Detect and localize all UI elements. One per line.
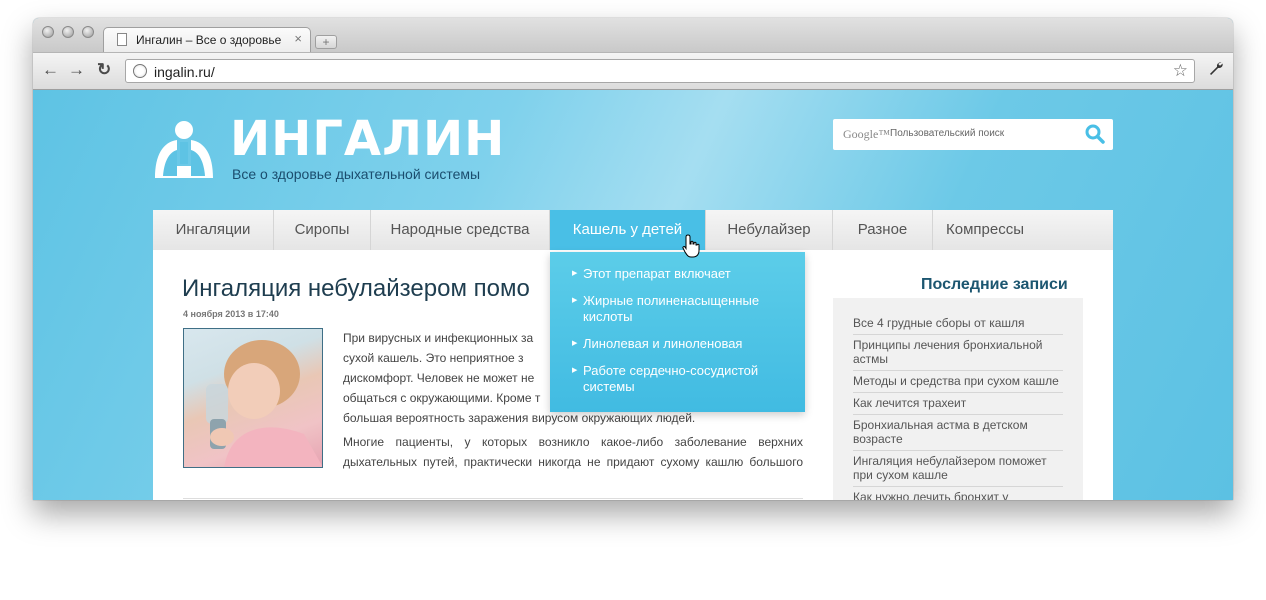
recent-post-link[interactable]: Ингаляция небулайзером поможет при сухом… xyxy=(853,454,1063,487)
webpage: ИНГАЛИН Все о здоровье дыхательной систе… xyxy=(33,90,1233,500)
dropdown-item[interactable]: Работе сердечно-сосудистой системы xyxy=(583,363,788,395)
google-brand: Google™ xyxy=(843,127,891,141)
child-inhaler-photo xyxy=(206,340,322,467)
nav-item-kompressy[interactable]: Компрессы xyxy=(933,210,1037,250)
post-text-line: дыхательных путей, практически никогда н… xyxy=(343,455,803,469)
search-placeholder[interactable]: Пользовательский поиск xyxy=(890,128,1004,139)
dropdown-item[interactable]: Этот препарат включает xyxy=(583,266,788,282)
post-image[interactable] xyxy=(183,328,323,468)
site-search: Google™ Пользовательский поиск xyxy=(833,119,1113,150)
address-bar[interactable]: ingalin.ru/ ☆ xyxy=(125,59,1195,83)
new-tab-button[interactable]: + xyxy=(315,35,337,49)
site-logo-text[interactable]: ИНГАЛИН xyxy=(230,112,505,166)
post-text-line: Многие пациенты, у которых возникло како… xyxy=(343,435,803,449)
nav-dropdown-menu: ▶ Этот препарат включает ▶ Жирные полине… xyxy=(550,252,805,412)
close-window-button[interactable] xyxy=(42,26,54,38)
bullet-arrow-icon: ▶ xyxy=(572,270,578,277)
nav-item-nebulayzer[interactable]: Небулайзер xyxy=(705,210,833,250)
recent-post-link[interactable]: Как нужно лечить бронхит у xyxy=(853,490,1063,500)
bookmark-star-icon[interactable]: ☆ xyxy=(1173,61,1188,81)
post-title[interactable]: Ингаляция небулайзером помо xyxy=(182,275,530,303)
main-nav: Ингаляции Сиропы Народные средства Кашел… xyxy=(153,210,1113,250)
minimize-window-button[interactable] xyxy=(62,26,74,38)
tab-close-icon[interactable]: × xyxy=(294,31,302,46)
lungs-logo-icon[interactable] xyxy=(153,120,215,180)
globe-icon xyxy=(133,64,147,78)
recent-post-link[interactable]: Все 4 грудные сборы от кашля xyxy=(853,316,1063,335)
post-date: 4 ноября 2013 в 17:40 xyxy=(183,309,279,319)
bullet-arrow-icon: ▶ xyxy=(572,340,578,347)
bullet-arrow-icon: ▶ xyxy=(572,367,578,374)
recent-post-link[interactable]: Бронхиальная астма в детском возрасте xyxy=(853,418,1063,451)
dropdown-item[interactable]: Линолевая и линоленовая xyxy=(583,336,788,352)
hand-cursor-icon xyxy=(682,234,700,258)
forward-arrow-icon[interactable]: → xyxy=(68,60,85,80)
recent-posts-list: Все 4 грудные сборы от кашля Принципы ле… xyxy=(833,298,1083,500)
nav-item-raznoe[interactable]: Разное xyxy=(833,210,933,250)
recent-post-link[interactable]: Как лечится трахеит xyxy=(853,396,1063,415)
nav-item-narodnye-sredstva[interactable]: Народные средства xyxy=(371,210,550,250)
nav-item-siropy[interactable]: Сиропы xyxy=(274,210,371,250)
tab-title: Ингалин – Все о здоровье д xyxy=(136,33,284,47)
recent-post-link[interactable]: Методы и средства при сухом кашле xyxy=(853,374,1063,393)
recent-post-link[interactable]: Принципы лечения бронхиальной астмы xyxy=(853,338,1063,371)
back-arrow-icon[interactable]: ← xyxy=(42,60,59,80)
browser-tab[interactable]: Ингалин – Все о здоровье д × xyxy=(103,27,311,52)
zoom-window-button[interactable] xyxy=(82,26,94,38)
search-icon[interactable] xyxy=(1085,124,1105,144)
bullet-arrow-icon: ▶ xyxy=(572,297,578,304)
url-text[interactable]: ingalin.ru/ xyxy=(154,64,215,80)
browser-toolbar: ← → ↻ ingalin.ru/ ☆ xyxy=(33,52,1233,90)
browser-window: Ингалин – Все о здоровье д × + ← → ↻ ing… xyxy=(33,18,1233,500)
tab-bar: Ингалин – Все о здоровье д × + xyxy=(33,18,1233,52)
document-icon xyxy=(117,33,127,46)
sidebar-title: Последние записи xyxy=(921,276,1068,293)
wrench-icon[interactable] xyxy=(1208,61,1224,82)
post-paragraph-2: Многие пациенты, у которых возникло како… xyxy=(343,432,803,472)
reload-icon[interactable]: ↻ xyxy=(97,60,111,80)
dropdown-item[interactable]: Жирные полиненасыщенные кислоты xyxy=(583,293,788,325)
site-tagline: Все о здоровье дыхательной системы xyxy=(232,166,481,182)
divider xyxy=(183,498,803,499)
nav-item-ingalyatsii[interactable]: Ингаляции xyxy=(153,210,274,250)
